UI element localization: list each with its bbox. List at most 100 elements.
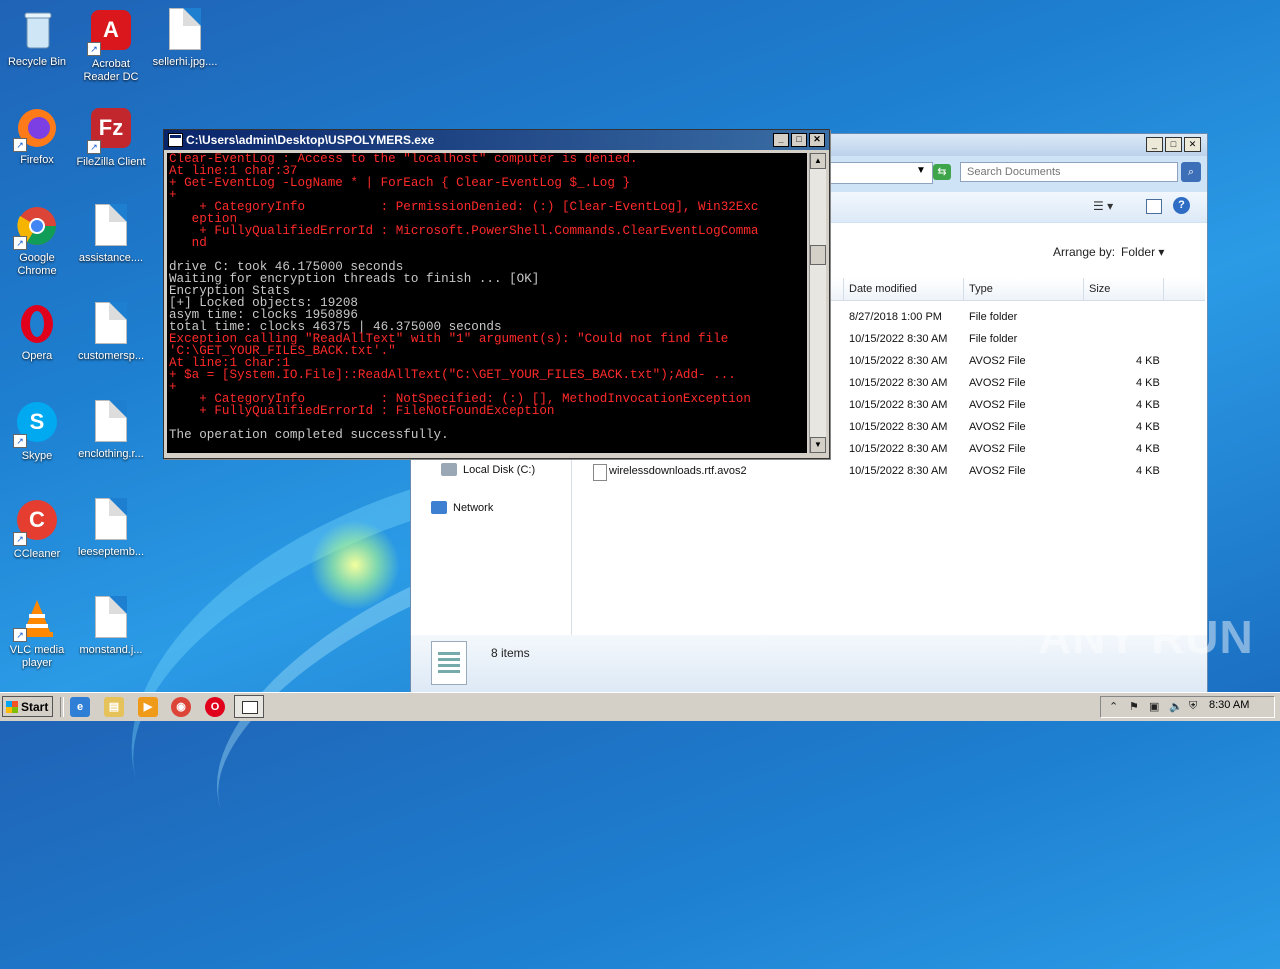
maximize-button[interactable]: □	[1165, 137, 1182, 152]
refresh-icon[interactable]: ⇆	[933, 164, 951, 180]
shortcut-arrow-icon: ↗	[13, 138, 27, 152]
desktop-icon-chrome[interactable]: ↗ Google Chrome	[0, 204, 74, 278]
console-line: + FullyQualifiedErrorId : Microsoft.Powe…	[169, 224, 759, 238]
desktop-icon-file[interactable]: assistance....	[74, 204, 148, 265]
file-icon	[169, 8, 201, 50]
desktop-icon-label: Recycle Bin	[7, 56, 67, 68]
search-input[interactable]	[960, 162, 1178, 182]
start-button[interactable]: Start	[2, 696, 53, 717]
file-size: 4 KB	[1136, 421, 1160, 433]
column-date-modified[interactable]: Date modified	[843, 278, 963, 300]
scroll-thumb[interactable]	[810, 245, 826, 265]
desktop-icon-acrobat[interactable]: A ↗ Acrobat Reader DC	[74, 8, 148, 84]
scroll-down-icon[interactable]: ▼	[810, 437, 826, 453]
close-button[interactable]: ✕	[809, 133, 825, 147]
desktop-icon-file[interactable]: sellerhi.jpg....	[148, 8, 222, 69]
desktop-icon-label: Google Chrome	[17, 252, 57, 277]
file-name: wirelessdownloads.rtf.avos2	[609, 465, 747, 477]
file-date: 10/15/2022 8:30 AM	[849, 443, 948, 455]
file-size: 4 KB	[1136, 399, 1160, 411]
close-button[interactable]: ✕	[1184, 137, 1201, 152]
clock[interactable]: 8:30 AM	[1209, 699, 1249, 711]
console-scrollbar[interactable]: ▲ ▼	[809, 153, 826, 453]
flag-icon[interactable]: ⚑	[1129, 700, 1139, 713]
file-type: AVOS2 File	[969, 465, 1026, 477]
explorer-icon[interactable]: ▤	[104, 697, 124, 717]
file-date: 10/15/2022 8:30 AM	[849, 333, 948, 345]
nav-item-label: Network	[453, 501, 494, 514]
column-type[interactable]: Type	[963, 278, 1083, 300]
shortcut-arrow-icon: ↗	[13, 434, 27, 448]
file-date: 10/15/2022 8:30 AM	[849, 399, 948, 411]
minimize-button[interactable]: _	[773, 133, 789, 147]
chrome-icon[interactable]: ◉	[171, 697, 191, 717]
console-titlebar[interactable]: C:\Users\admin\Desktop\USPOLYMERS.exe _ …	[164, 130, 829, 150]
network-icon[interactable]: ▣	[1149, 700, 1159, 713]
help-icon[interactable]: ?	[1173, 197, 1190, 214]
console-line: + FullyQualifiedErrorId : FileNotFoundEx…	[169, 404, 555, 418]
scroll-up-icon[interactable]: ▲	[810, 153, 826, 169]
desktop-icon-label: Skype	[21, 450, 53, 462]
search-icon[interactable]: ⌕	[1181, 162, 1201, 182]
desktop-icon-filezilla[interactable]: Fz ↗ FileZilla Client	[74, 106, 148, 169]
desktop-icon-label: Firefox	[20, 154, 54, 166]
console-line: The operation completed successfully.	[169, 428, 449, 442]
desktop-icon-file[interactable]: customersp...	[74, 302, 148, 363]
nav-item-local-disk[interactable]: Local Disk (C:)	[441, 463, 535, 476]
file-icon	[95, 498, 127, 540]
desktop-icon-ccleaner[interactable]: C ↗ CCleaner	[0, 498, 74, 561]
file-icon	[95, 302, 127, 344]
desktop-icon-label: leeseptemb...	[77, 546, 145, 558]
ie-icon[interactable]: e	[70, 697, 90, 717]
taskbar-console-button[interactable]	[234, 695, 264, 718]
file-type: AVOS2 File	[969, 355, 1026, 367]
network-icon	[431, 501, 447, 514]
column-size[interactable]: Size	[1083, 278, 1163, 300]
desktop-icon-label: monstand.j...	[79, 644, 143, 656]
console-line: + $a = [System.IO.File]::ReadAllText("C:…	[169, 368, 736, 382]
desktop-icon-label: enclothing.r...	[78, 448, 144, 460]
nav-item-network[interactable]: Network	[431, 501, 493, 514]
shortcut-arrow-icon: ↗	[13, 628, 27, 642]
desktop-icon-file[interactable]: monstand.j...	[74, 596, 148, 657]
taskbar: Start e ▤ ▶ ◉ O ⌃ ⚑ ▣ 🔈 ⛨ 8:30 AM	[0, 692, 1280, 721]
arrange-by[interactable]: Arrange by: Folder ▾	[1053, 245, 1164, 259]
desktop-icon-firefox[interactable]: ↗ Firefox	[0, 106, 74, 167]
desktop-icon-label: Opera	[21, 350, 53, 362]
console-window[interactable]: C:\Users\admin\Desktop\USPOLYMERS.exe _ …	[163, 129, 830, 459]
file-size: 4 KB	[1136, 377, 1160, 389]
shortcut-arrow-icon: ↗	[13, 532, 27, 546]
file-date: 8/27/2018 1:00 PM	[849, 311, 942, 323]
file-size: 4 KB	[1136, 443, 1160, 455]
desktop-icon-file[interactable]: leeseptemb...	[74, 498, 148, 559]
desktop-icon-skype[interactable]: S ↗ Skype	[0, 400, 74, 463]
opera-icon[interactable]: O	[205, 697, 225, 717]
chevron-down-icon[interactable]: ▼	[916, 165, 926, 176]
desktop-icon-vlc[interactable]: ↗ VLC media player	[0, 596, 74, 670]
file-type: AVOS2 File	[969, 421, 1026, 433]
console-output[interactable]: Clear-EventLog : Access to the "localhos…	[167, 153, 807, 453]
acrobat-icon: A ↗	[87, 10, 133, 56]
file-type: File folder	[969, 333, 1018, 345]
file-row[interactable]: wirelessdownloads.rtf.avos2 10/15/2022 8…	[571, 461, 1205, 483]
shortcut-arrow-icon: ↗	[87, 140, 101, 154]
minimize-button[interactable]: _	[1146, 137, 1163, 152]
desktop-icon-opera[interactable]: Opera	[0, 302, 74, 363]
file-icon	[95, 400, 127, 442]
shield-icon[interactable]: ⛨	[1189, 700, 1197, 713]
volume-icon[interactable]: 🔈	[1169, 700, 1183, 713]
recycle-bin-icon	[15, 8, 59, 52]
vlc-icon: ↗	[13, 596, 59, 642]
file-type: AVOS2 File	[969, 399, 1026, 411]
item-count: 8 items	[491, 646, 530, 660]
preview-pane-icon[interactable]	[1146, 199, 1162, 214]
desktop-icon-recycle-bin[interactable]: Recycle Bin	[0, 8, 74, 69]
shortcut-arrow-icon: ↗	[13, 236, 27, 250]
console-line: nd	[169, 236, 207, 250]
tray-expand-icon[interactable]: ⌃	[1109, 700, 1118, 713]
view-options-icon[interactable]: ☰ ▾	[1093, 199, 1113, 213]
file-date: 10/15/2022 8:30 AM	[849, 421, 948, 433]
maximize-button[interactable]: □	[791, 133, 807, 147]
media-player-icon[interactable]: ▶	[138, 697, 158, 717]
desktop-icon-file[interactable]: enclothing.r...	[74, 400, 148, 461]
